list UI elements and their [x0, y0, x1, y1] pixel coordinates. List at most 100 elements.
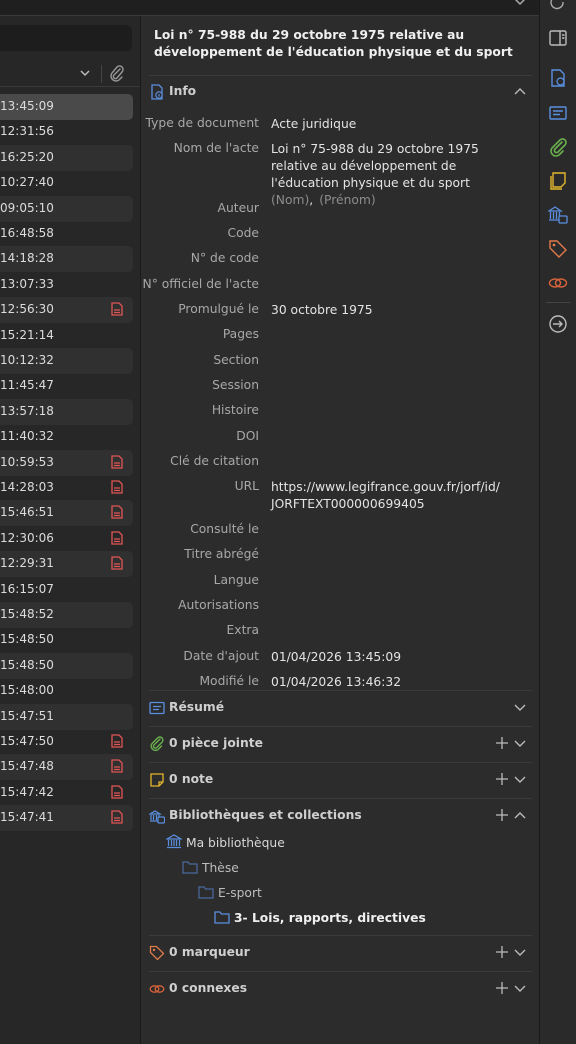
pdf-attachment-icon[interactable] [111, 302, 123, 316]
info-nav-icon[interactable] [548, 68, 568, 88]
pdf-attachment-icon[interactable] [111, 454, 123, 469]
table-row[interactable]: 14:18:28 [0, 246, 133, 273]
chevron-down-icon[interactable] [513, 946, 527, 958]
pdf-attachment-icon[interactable] [111, 785, 123, 799]
attachment-column-icon[interactable] [108, 65, 126, 83]
chevron-down-icon[interactable] [513, 701, 527, 713]
table-row[interactable]: 11:40:32 [0, 424, 133, 450]
date-added-cell: 12:31:56 [0, 124, 54, 139]
chevron-down-icon[interactable] [513, 982, 527, 994]
field-value[interactable]: 30 octobre 1975 [271, 302, 373, 319]
abstract-section-header[interactable]: Résumé [149, 696, 532, 720]
plus-icon[interactable] [495, 808, 509, 822]
field-label: Pages [222, 327, 259, 341]
field-label: Autorisations [178, 598, 259, 612]
chevron-down-icon[interactable] [513, 737, 527, 749]
chevron-down-icon[interactable] [512, 0, 528, 11]
table-row[interactable]: 16:25:20 [0, 144, 133, 171]
plus-icon[interactable] [495, 981, 509, 995]
field-value[interactable]: Acte juridique [271, 116, 356, 133]
plus-icon[interactable] [495, 945, 509, 959]
table-row[interactable]: 11:45:47 [0, 373, 133, 399]
tree-item-collection-lois[interactable]: 3- Lois, rapports, directives [214, 910, 426, 925]
tree-item-collection-esport[interactable]: E-sport [198, 885, 262, 900]
chevron-up-icon[interactable] [513, 85, 527, 97]
pdf-attachment-icon[interactable] [111, 531, 123, 545]
author-last-name-field[interactable]: (Nom) [271, 193, 309, 207]
toggle-pane-icon[interactable] [548, 28, 568, 48]
tags-section-header[interactable]: 0 marqueur [149, 941, 532, 965]
table-row[interactable]: 14:28:03 [0, 475, 133, 501]
table-row[interactable]: 12:56:30 [0, 297, 133, 324]
item-title[interactable]: Loi n° 75-988 du 29 octobre 1975 relativ… [154, 27, 534, 61]
date-added-cell: 11:40:32 [0, 429, 54, 444]
abstract-nav-icon[interactable] [548, 103, 568, 123]
table-row[interactable]: 10:59:53 [0, 449, 133, 476]
field-value[interactable]: 01/04/2026 13:45:09 [271, 649, 401, 666]
related-section-header[interactable]: 0 connexes [149, 977, 532, 1001]
libraries-nav-icon[interactable] [548, 205, 568, 225]
author-first-name-field[interactable]: (Prénom) [319, 193, 375, 207]
tags-nav-icon[interactable] [548, 239, 568, 259]
table-row[interactable]: 15:47:50 [0, 729, 133, 755]
table-row[interactable]: 13:07:33 [0, 272, 133, 298]
table-row[interactable]: 12:29:31 [0, 551, 133, 578]
field-label: Nom de l'acte [173, 141, 259, 155]
chevron-up-icon[interactable] [513, 809, 527, 821]
field-value[interactable]: https://www.legifrance.gouv.fr/jorf/id/J… [271, 479, 500, 513]
related-nav-icon[interactable] [548, 273, 568, 293]
table-row[interactable]: 12:30:06 [0, 526, 133, 552]
plus-icon[interactable] [495, 772, 509, 786]
table-row[interactable]: 12:31:56 [0, 119, 133, 145]
table-row[interactable]: 16:48:58 [0, 221, 133, 247]
table-row[interactable]: 15:47:41 [0, 805, 133, 832]
notes-section-header[interactable]: 0 note [149, 768, 532, 792]
plus-icon[interactable] [495, 736, 509, 750]
date-added-cell: 16:25:20 [0, 149, 54, 164]
tree-item-collection-these[interactable]: Thèse [182, 860, 239, 875]
date-added-cell: 15:47:42 [0, 784, 54, 799]
table-row[interactable]: 15:48:50 [0, 652, 133, 679]
attachments-section-header[interactable]: 0 pièce jointe [149, 732, 532, 756]
field-label: N° de code [190, 251, 259, 265]
notes-nav-icon[interactable] [548, 171, 568, 191]
date-added-cell: 12:30:06 [0, 530, 54, 545]
column-picker-chevron-icon[interactable] [78, 68, 92, 80]
field-label: Type de document [145, 116, 259, 130]
table-row[interactable]: 10:27:40 [0, 170, 133, 196]
sync-icon[interactable] [548, 0, 568, 14]
pdf-attachment-icon[interactable] [111, 810, 123, 824]
table-row[interactable]: 09:05:10 [0, 195, 133, 222]
table-row[interactable]: 10:12:32 [0, 348, 133, 374]
table-row[interactable]: 15:21:14 [0, 323, 133, 349]
field-value[interactable]: 01/04/2026 13:46:32 [271, 674, 401, 691]
chevron-down-icon[interactable] [513, 773, 527, 785]
table-row[interactable]: 15:48:50 [0, 627, 133, 653]
table-row[interactable]: 15:48:52 [0, 602, 133, 628]
table-row[interactable]: 15:47:51 [0, 703, 133, 730]
info-section-header[interactable]: Info [149, 80, 532, 104]
attachments-nav-icon[interactable] [548, 138, 568, 158]
pdf-attachment-icon[interactable] [111, 556, 123, 570]
table-row[interactable]: 15:47:42 [0, 780, 133, 806]
search-input[interactable] [0, 25, 132, 51]
table-row[interactable]: 13:45:09 [0, 94, 133, 120]
pdf-attachment-icon[interactable] [111, 734, 123, 748]
author-creator-row: (Nom), (Prénom) [271, 193, 376, 207]
table-row[interactable]: 13:57:18 [0, 398, 133, 425]
locate-icon[interactable] [548, 314, 568, 334]
table-row[interactable]: 16:15:07 [0, 577, 133, 603]
pdf-attachment-icon[interactable] [111, 505, 123, 520]
tree-item-label: E-sport [218, 886, 262, 900]
field-value[interactable]: Loi n° 75-988 du 29 octobre 1975 relative… [271, 141, 479, 192]
table-row[interactable]: 15:46:51 [0, 500, 133, 527]
pdf-attachment-icon[interactable] [111, 480, 123, 494]
date-added-cell: 13:07:33 [0, 276, 54, 291]
table-row[interactable]: 15:48:00 [0, 678, 133, 704]
field-label: URL [234, 479, 259, 493]
tree-item-library[interactable]: Ma bibliothèque [164, 834, 285, 850]
pdf-attachment-icon[interactable] [111, 759, 123, 774]
libraries-section-header[interactable]: Bibliothèques et collections [149, 804, 532, 828]
table-row[interactable]: 15:47:48 [0, 754, 133, 781]
tree-item-label: Ma bibliothèque [186, 836, 285, 850]
